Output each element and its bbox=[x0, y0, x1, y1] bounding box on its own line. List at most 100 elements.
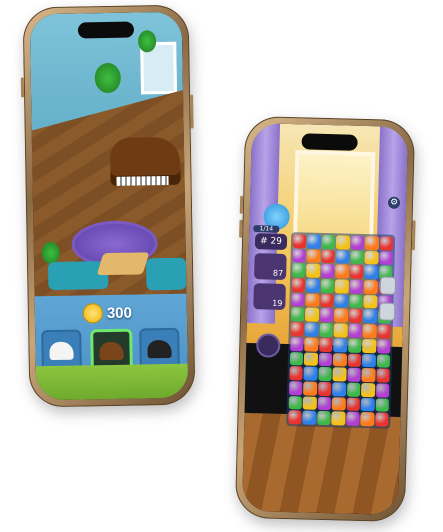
gem-tile[interactable] bbox=[318, 337, 333, 352]
gem-tile[interactable] bbox=[346, 382, 361, 397]
gem-tile[interactable] bbox=[303, 366, 318, 381]
game-board[interactable] bbox=[286, 232, 396, 429]
gem-tile[interactable] bbox=[333, 352, 347, 367]
gem-tile[interactable] bbox=[377, 324, 391, 339]
gem-tile[interactable] bbox=[305, 293, 320, 308]
gem-tile[interactable] bbox=[292, 248, 307, 263]
gem-tile[interactable] bbox=[333, 323, 348, 338]
gem-tile[interactable] bbox=[379, 251, 393, 266]
gem-tile[interactable] bbox=[303, 396, 317, 411]
gem-tile[interactable] bbox=[317, 396, 332, 411]
coin-icon bbox=[82, 303, 104, 324]
gem-tile[interactable] bbox=[375, 397, 389, 412]
gem-tile[interactable] bbox=[333, 338, 348, 353]
gem-tile[interactable] bbox=[304, 337, 319, 352]
booster-button[interactable] bbox=[255, 333, 281, 358]
gem-tile[interactable] bbox=[362, 324, 377, 339]
gem-tile[interactable] bbox=[334, 308, 348, 323]
moves-value: 29 bbox=[270, 236, 283, 247]
gem-tile[interactable] bbox=[289, 381, 303, 396]
gem-tile[interactable] bbox=[290, 307, 305, 322]
gem-tile[interactable] bbox=[364, 250, 379, 265]
gem-tile[interactable] bbox=[303, 381, 318, 396]
gem-tile[interactable] bbox=[306, 263, 321, 278]
gem-tile[interactable] bbox=[348, 309, 363, 324]
gem-tile[interactable] bbox=[348, 323, 363, 338]
gem-tile[interactable] bbox=[332, 367, 347, 382]
gem-tile[interactable] bbox=[376, 339, 391, 354]
gem-tile[interactable] bbox=[332, 382, 347, 397]
volume-button bbox=[239, 219, 243, 238]
gem-tile[interactable] bbox=[289, 351, 304, 366]
volume-button bbox=[20, 77, 25, 98]
gem-tile[interactable] bbox=[334, 279, 349, 294]
gem-tile[interactable] bbox=[288, 395, 303, 410]
gem-tile[interactable] bbox=[364, 236, 379, 251]
power-button bbox=[190, 94, 194, 129]
gem-tile[interactable] bbox=[320, 264, 335, 279]
gem-tile[interactable] bbox=[321, 234, 336, 249]
gem-tile[interactable] bbox=[321, 249, 336, 264]
gem-tile[interactable] bbox=[292, 234, 307, 249]
gem-tile[interactable] bbox=[290, 322, 305, 337]
gem-tile[interactable] bbox=[363, 280, 378, 295]
gem-tile[interactable] bbox=[345, 411, 360, 426]
gem-tile[interactable] bbox=[292, 263, 306, 278]
gem-tile[interactable] bbox=[379, 236, 394, 251]
gem-tile[interactable] bbox=[364, 265, 378, 280]
gem-tile[interactable] bbox=[317, 381, 332, 396]
gem-tile[interactable] bbox=[320, 278, 335, 293]
gem-tile[interactable] bbox=[318, 352, 333, 367]
gem-tile[interactable] bbox=[334, 294, 349, 309]
gem-tile[interactable] bbox=[347, 367, 361, 382]
gem-tile[interactable] bbox=[375, 368, 390, 383]
gem-tile[interactable] bbox=[360, 412, 375, 427]
gem-tile[interactable] bbox=[376, 353, 391, 368]
gem-tile[interactable] bbox=[335, 249, 350, 264]
gem-tile[interactable] bbox=[304, 352, 318, 367]
gem-tile[interactable] bbox=[374, 412, 389, 427]
gem-tile[interactable] bbox=[348, 294, 363, 309]
gem-tile[interactable] bbox=[349, 265, 364, 280]
gem-tile[interactable] bbox=[347, 353, 362, 368]
gem-tile[interactable] bbox=[362, 338, 377, 353]
coin-counter: 300 bbox=[82, 303, 132, 324]
gem-tile[interactable] bbox=[289, 366, 304, 381]
gem-tile[interactable] bbox=[350, 250, 364, 265]
gem-tile[interactable] bbox=[306, 249, 321, 264]
gem-tile[interactable] bbox=[319, 323, 334, 338]
gem-tile[interactable] bbox=[363, 294, 378, 309]
gem-tile[interactable] bbox=[361, 368, 376, 383]
gem-tile[interactable] bbox=[304, 322, 319, 337]
gem-tile[interactable] bbox=[360, 397, 375, 412]
grass-strip bbox=[35, 363, 189, 401]
gem-tile[interactable] bbox=[349, 279, 364, 294]
gem-tile[interactable] bbox=[361, 353, 376, 368]
gem-tile[interactable] bbox=[290, 336, 304, 351]
gem-tile[interactable] bbox=[347, 338, 362, 353]
dynamic-island bbox=[301, 133, 358, 151]
gem-tile[interactable] bbox=[375, 383, 390, 398]
gem-tile[interactable] bbox=[346, 397, 361, 412]
gem-tile[interactable] bbox=[320, 293, 334, 308]
gem-tile[interactable] bbox=[291, 278, 306, 293]
black-piano-icon bbox=[147, 339, 172, 359]
gem-tile[interactable] bbox=[318, 367, 333, 382]
gem-tile[interactable] bbox=[306, 278, 320, 293]
gem-tile[interactable] bbox=[363, 309, 377, 324]
gem-tile[interactable] bbox=[361, 382, 375, 397]
gem-tile[interactable] bbox=[319, 308, 334, 323]
gem-tile[interactable] bbox=[302, 410, 317, 425]
gem-tile[interactable] bbox=[331, 396, 346, 411]
gem-tile[interactable] bbox=[331, 411, 346, 426]
left-phone: 300 bbox=[20, 4, 196, 408]
gem-tile[interactable] bbox=[288, 410, 303, 425]
gem-tile[interactable] bbox=[335, 264, 350, 279]
gem-tile[interactable] bbox=[291, 292, 306, 307]
gem-tile[interactable] bbox=[317, 411, 331, 426]
gem-tile[interactable] bbox=[307, 234, 322, 249]
gem-tile[interactable] bbox=[350, 235, 365, 250]
moves-counter: # 29 bbox=[254, 233, 288, 250]
gem-tile[interactable] bbox=[305, 307, 320, 322]
gem-tile[interactable] bbox=[336, 235, 350, 250]
